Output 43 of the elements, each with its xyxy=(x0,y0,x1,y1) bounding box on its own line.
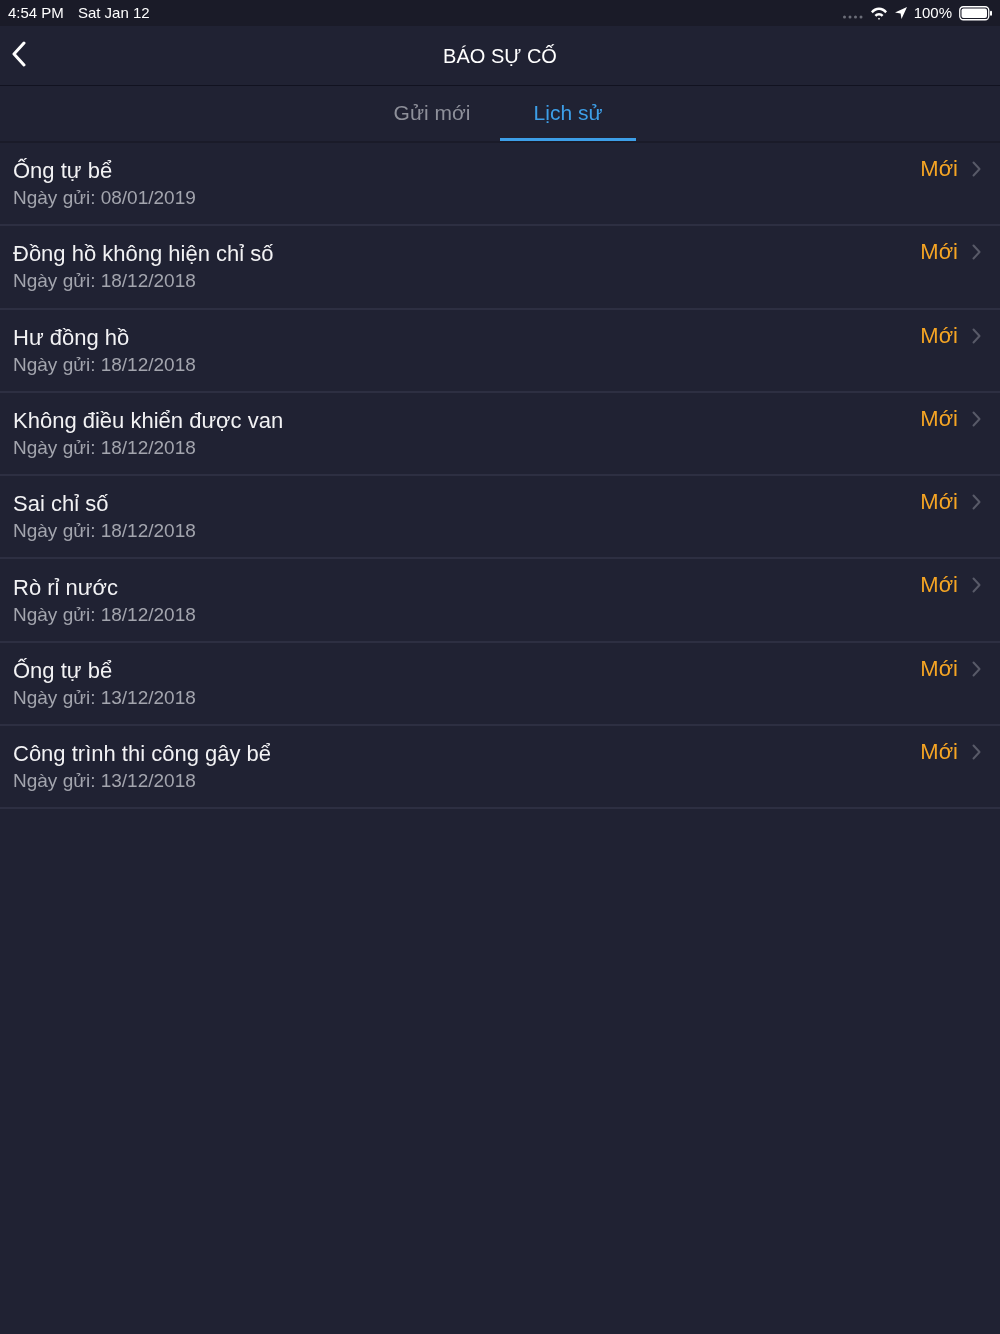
status-label: Mới xyxy=(920,404,958,433)
report-title: Đồng hồ không hiện chỉ số xyxy=(13,240,275,269)
report-date: Ngày gửi: 08/01/2019 xyxy=(13,186,197,211)
chevron-right-icon xyxy=(972,660,981,677)
report-date: Ngày gửi: 18/12/2018 xyxy=(13,602,197,627)
signal-dots-icon xyxy=(842,15,863,19)
report-title: Hư đồng hồ xyxy=(13,323,131,352)
report-date: Ngày gửi: 18/12/2018 xyxy=(13,519,197,544)
location-arrow-icon xyxy=(894,7,907,19)
status-label: Mới xyxy=(920,654,958,683)
status-label: Mới xyxy=(920,571,958,600)
status-label: Mới xyxy=(920,321,958,350)
status-label: Mới xyxy=(920,238,958,267)
status-label: Mới xyxy=(920,738,958,767)
battery-percent: 100% xyxy=(913,3,952,23)
report-title: Ống tự bể xyxy=(13,157,114,186)
report-title: Sai chỉ số xyxy=(13,490,110,519)
chevron-right-icon xyxy=(972,161,981,177)
report-title: Ống tự bể xyxy=(13,656,114,685)
report-date: Ngày gửi: 18/12/2018 xyxy=(13,269,197,294)
report-title: Rò rỉ nước xyxy=(13,573,119,602)
chevron-right-icon xyxy=(972,494,981,511)
chevron-right-icon xyxy=(972,744,981,761)
report-date: Ngày gửi: 18/12/2018 xyxy=(13,436,197,461)
tab[interactable]: Gửi mới xyxy=(364,86,500,141)
battery-icon xyxy=(959,5,992,21)
chevron-right-icon xyxy=(972,327,981,344)
back-button[interactable] xyxy=(10,40,28,68)
chevron-right-icon xyxy=(972,410,981,427)
status-label: Mới xyxy=(920,155,958,183)
chevron-right-icon xyxy=(972,244,981,261)
back-chevron-icon xyxy=(11,41,27,67)
status-time: 4:54 PM xyxy=(8,3,64,23)
status-label: Mới xyxy=(920,488,958,517)
report-date: Ngày gửi: 18/12/2018 xyxy=(13,352,197,377)
wifi-icon xyxy=(869,6,888,20)
report-title: Không điều khiển được van xyxy=(13,407,285,436)
screen-title: BÁO SỰ CỐ xyxy=(443,43,557,69)
report-date: Ngày gửi: 13/12/2018 xyxy=(13,769,197,794)
report-date: Ngày gửi: 13/12/2018 xyxy=(13,685,197,710)
status-date: Sat Jan 12 xyxy=(77,3,150,23)
report-title: Công trình thi công gây bể xyxy=(13,740,273,769)
chevron-right-icon xyxy=(972,577,981,594)
